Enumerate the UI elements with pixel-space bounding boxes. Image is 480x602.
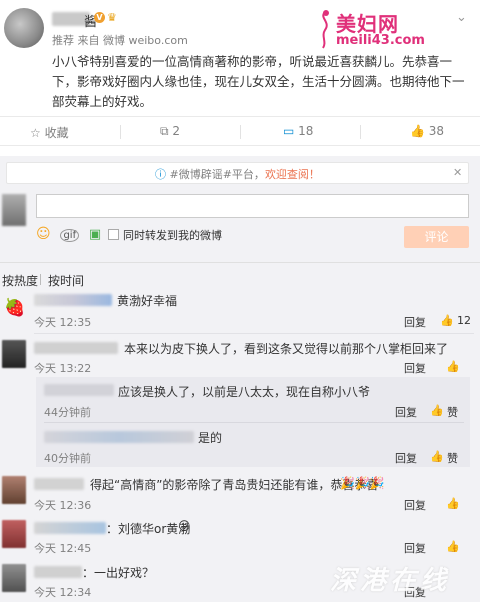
repost-count: 2 [172, 124, 181, 138]
comment-text: 本来以为皮下换人了，看到这条又觉得以前那个八掌柜回来了 [124, 342, 449, 356]
repost-checkbox-label: 同时转发到我的微博 [123, 229, 222, 242]
like-label[interactable]: 赞 [447, 450, 458, 466]
reply-author-blurred[interactable] [44, 431, 194, 443]
author-avatar[interactable] [4, 8, 44, 48]
divider [34, 333, 474, 334]
reply-time: 40分钟前 [44, 452, 91, 465]
comment-like-count: 12 [457, 314, 471, 327]
commenter-name-blurred[interactable] [34, 566, 82, 578]
watermark-bottom: 深港在线 [330, 566, 451, 596]
post-text: 小八爷特别喜爱的一位高情商著称的影帝，听说最近喜获麟儿。先恭喜一下，影帝戏好圈内… [52, 54, 465, 109]
favorite-label: 收藏 [44, 126, 69, 140]
divider [44, 422, 464, 423]
notice-link[interactable]: 欢迎查阅！ [265, 168, 320, 181]
reply-button[interactable]: 回复 [404, 497, 426, 513]
notice-text: ⓘ #微博辟谣#平台，欢迎查阅！ [155, 166, 320, 182]
watermark-logo-icon [322, 10, 329, 49]
like-button[interactable]: 👍 38 [410, 124, 444, 138]
commenter-name-blurred[interactable] [34, 342, 118, 354]
reply-author-blurred[interactable] [44, 384, 114, 396]
thumbs-up-icon[interactable]: 👍 [446, 497, 460, 510]
post-meta: 推荐 来自 微博 weibo.com [52, 34, 188, 47]
repost-button[interactable]: ⧉ 2 [160, 124, 180, 139]
action-bar: ☆ 收藏 ⧉ 2 ▭ 18 👍 38 [0, 116, 480, 146]
close-icon[interactable]: ✕ [453, 166, 462, 179]
emoji-icon[interactable]: ☺ [36, 226, 51, 242]
commenter-avatar[interactable] [2, 564, 26, 592]
party-emoji-icon: 🎉🎉🎉 [340, 476, 385, 490]
commenter-avatar[interactable] [2, 340, 26, 368]
commenter-name-blurred[interactable] [34, 294, 112, 306]
reply-button[interactable]: 回复 [404, 314, 426, 330]
chevron-down-icon[interactable]: ⌄ [456, 10, 467, 25]
sort-time-tab[interactable]: 按时间 [48, 272, 84, 289]
commenter-avatar[interactable] [2, 520, 26, 548]
comment-time: 今天 12:34 [34, 586, 92, 599]
like-count: 38 [428, 124, 445, 138]
thumbs-up-icon[interactable]: 👍 [430, 404, 444, 417]
comment-input[interactable] [36, 194, 469, 218]
thumbs-up-icon[interactable]: 👍 [446, 540, 460, 553]
reply-button[interactable]: 回复 [395, 404, 417, 420]
comment-time: 今天 13:22 [34, 362, 92, 375]
gif-icon[interactable]: gif [60, 229, 80, 242]
commenter-name-blurred[interactable] [34, 478, 84, 490]
comment-icon: ▭ [283, 124, 295, 138]
notice-prefix: #微博辟谣#平台， [169, 168, 265, 181]
commenter-avatar[interactable] [2, 476, 26, 504]
commenter-name-blurred[interactable] [34, 522, 106, 534]
verified-badge-icon: V [94, 12, 105, 23]
reply-text: 应该是换人了，以前是八太太，现在自称小八爷 [118, 385, 371, 399]
comment-text: 得起“高情商”的影帝除了青岛贵妇还能有谁，恭喜恭喜 [90, 478, 379, 492]
comment-text: ：一出好戏？ [82, 566, 155, 580]
input-tools: ☺ gif ▣ [36, 226, 101, 242]
comment-time: 今天 12:35 [34, 316, 92, 329]
comment-time: 今天 12:45 [34, 542, 92, 555]
send-comment-button[interactable]: 评论 [404, 226, 469, 248]
star-icon: ☆ [30, 126, 41, 140]
thumbs-up-icon[interactable]: 👍 [430, 450, 444, 463]
comment-text: 黄渤好幸福 [117, 294, 178, 308]
sort-hot-tab[interactable]: 按热度 [2, 272, 38, 289]
strawberry-avatar-icon[interactable]: 🍓 [4, 298, 25, 318]
comment-button[interactable]: ▭ 18 [283, 124, 313, 138]
repost-icon: ⧉ [160, 124, 169, 138]
member-crown-icon: ♛ [107, 11, 117, 24]
like-label[interactable]: 赞 [447, 404, 458, 420]
repost-checkbox[interactable] [108, 229, 119, 240]
my-avatar [2, 194, 26, 226]
sort-separator [40, 274, 41, 285]
reply-button[interactable]: 回复 [404, 360, 426, 376]
image-icon[interactable]: ▣ [89, 227, 101, 242]
tongue-emoji-icon: 😜 [178, 519, 191, 533]
divider [0, 262, 480, 263]
reply-button[interactable]: 回复 [404, 540, 426, 556]
comment-time: 今天 12:36 [34, 499, 92, 512]
thumbs-up-icon: 👍 [410, 124, 425, 138]
favorite-button[interactable]: ☆ 收藏 [30, 124, 69, 141]
info-icon: ⓘ [155, 168, 166, 181]
reply-time: 44分钟前 [44, 406, 91, 419]
thumbs-up-icon[interactable]: 👍 [446, 360, 460, 373]
reply-text: 是的 [198, 431, 223, 445]
reply-button[interactable]: 回复 [395, 450, 417, 466]
thumbs-up-icon[interactable]: 👍 [440, 314, 454, 327]
comment-count: 18 [298, 124, 314, 138]
watermark-url: meili43.com [336, 33, 425, 48]
